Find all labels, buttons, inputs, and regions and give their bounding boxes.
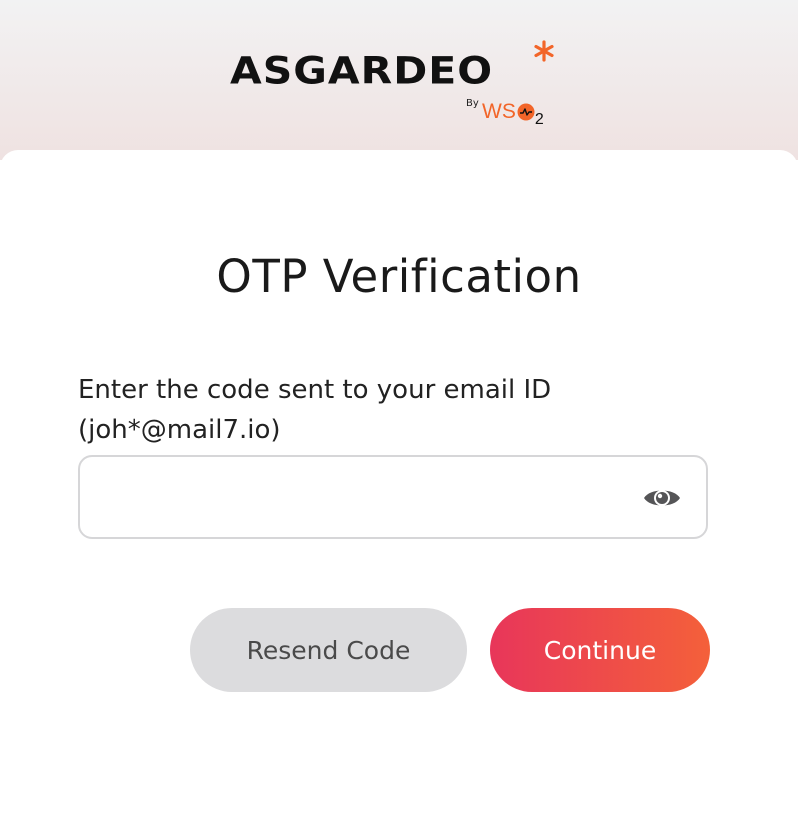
page-title: OTP Verification bbox=[216, 250, 582, 303]
wso2-circle-icon bbox=[517, 103, 535, 121]
logo-wordmark: ASGARDEO bbox=[230, 48, 494, 93]
eye-icon bbox=[644, 490, 680, 506]
asgardeo-logo: ASGARDEO By WS 2 bbox=[230, 40, 560, 130]
header-banner: ASGARDEO By WS 2 bbox=[0, 0, 798, 160]
show-code-toggle[interactable] bbox=[642, 481, 682, 515]
login-card: OTP Verification Enter the code sent to … bbox=[0, 150, 798, 832]
otp-code-input[interactable] bbox=[96, 457, 640, 539]
otp-instructions-line-1: Enter the code sent to your email ID bbox=[78, 375, 552, 405]
wso2-prefix: WS bbox=[482, 100, 516, 123]
continue-button[interactable]: Continue bbox=[490, 608, 710, 692]
logo-by-label: By bbox=[466, 98, 479, 109]
resend-code-button[interactable]: Resend Code bbox=[190, 608, 467, 692]
wso2-logo: WS 2 bbox=[482, 92, 544, 128]
asterisk-icon bbox=[534, 40, 554, 62]
masked-email-label: (joh*@mail7.io) bbox=[78, 415, 281, 445]
otp-field-container bbox=[78, 455, 708, 539]
wso2-suffix: 2 bbox=[534, 111, 544, 128]
otp-instructions: Enter the code sent to your email ID (jo… bbox=[78, 370, 718, 450]
